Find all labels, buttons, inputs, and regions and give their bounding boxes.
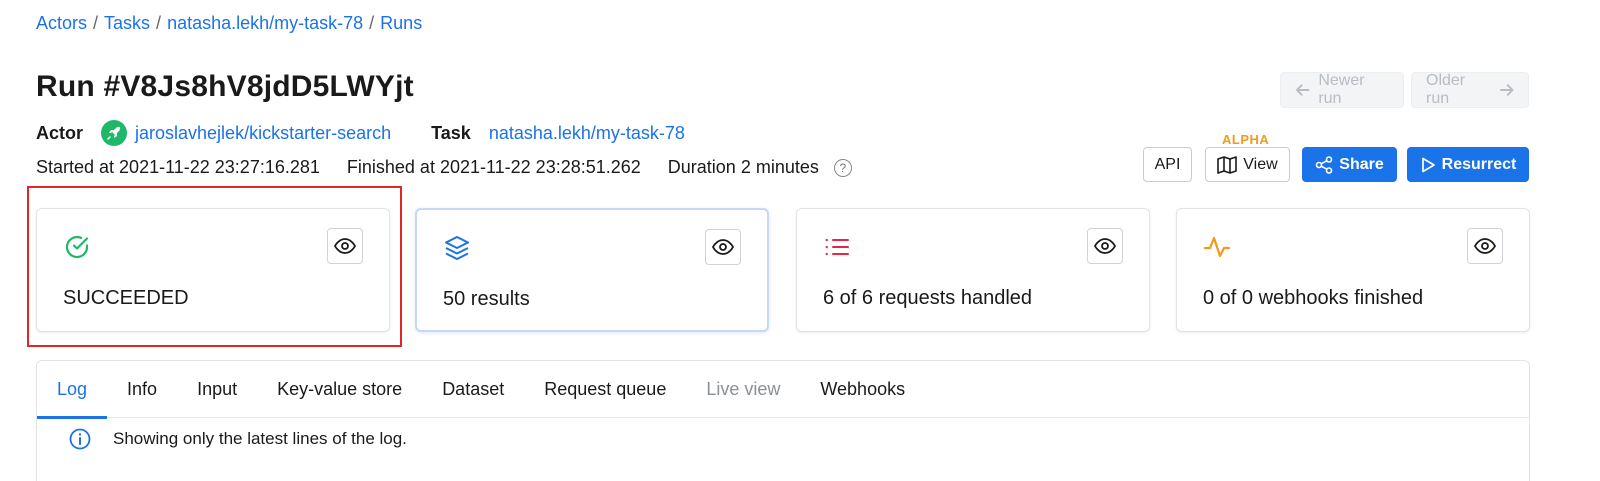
timings-row: Started at 2021-11-22 23:27:16.281 Finis…	[36, 157, 879, 178]
breadcrumb-tasks[interactable]: Tasks	[104, 13, 150, 33]
page-title: Run #V8Js8hV8jdD5LWYjt	[36, 70, 414, 103]
tab-live-view[interactable]: Live view	[686, 361, 800, 418]
rocket-icon	[101, 120, 128, 146]
share-button[interactable]: Share	[1302, 147, 1397, 182]
eye-icon	[712, 239, 734, 255]
info-icon	[69, 428, 91, 450]
tab-input[interactable]: Input	[177, 361, 257, 418]
view-requests-button[interactable]	[1087, 228, 1123, 264]
older-run-button[interactable]: Older run	[1411, 72, 1529, 108]
breadcrumb-runs[interactable]: Runs	[380, 13, 422, 33]
actor-label: Actor	[36, 122, 84, 143]
share-label: Share	[1339, 155, 1384, 173]
list-icon	[825, 239, 849, 255]
breadcrumb-separator: /	[93, 13, 99, 33]
view-results-button[interactable]	[705, 229, 741, 265]
task-link[interactable]: natasha.lekh/my-task-78	[489, 123, 685, 144]
webhooks-card[interactable]: 0 of 0 webhooks finished	[1176, 208, 1530, 332]
arrow-right-icon	[1499, 84, 1514, 96]
eye-icon	[1474, 238, 1496, 254]
log-notice: Showing only the latest lines of the log…	[37, 418, 1529, 460]
eye-icon	[1094, 238, 1116, 254]
layers-icon	[445, 236, 469, 260]
status-text: SUCCEEDED	[63, 287, 189, 309]
activity-icon	[1203, 236, 1231, 258]
requests-card[interactable]: 6 of 6 requests handled	[796, 208, 1150, 332]
log-notice-text: Showing only the latest lines of the log…	[113, 429, 407, 448]
eye-icon	[334, 238, 356, 254]
breadcrumb-actors[interactable]: Actors	[36, 13, 87, 33]
task-label: Task	[431, 122, 471, 143]
results-card[interactable]: 50 results	[415, 208, 769, 332]
requests-text: 6 of 6 requests handled	[823, 287, 1033, 309]
tab-key-value-store[interactable]: Key-value store	[257, 361, 422, 418]
api-button[interactable]: API	[1143, 147, 1192, 182]
tab-log[interactable]: Log	[37, 361, 108, 419]
breadcrumb-task[interactable]: natasha.lekh/my-task-78	[167, 13, 363, 33]
play-icon	[1421, 157, 1435, 172]
breadcrumb-separator: /	[156, 13, 162, 33]
breadcrumb: Actors / Tasks / natasha.lekh/my-task-78/Run…	[36, 13, 422, 34]
view-button[interactable]: View	[1205, 147, 1290, 182]
actor-link[interactable]: jaroslavhejlek/kickstarter-search	[135, 123, 391, 144]
arrow-left-icon	[1295, 84, 1310, 96]
view-webhooks-button[interactable]	[1467, 228, 1503, 264]
webhooks-text: 0 of 0 webhooks finished	[1203, 287, 1424, 309]
check-circle-icon	[65, 235, 89, 259]
tab-bar: Log Info Input Key-value store Dataset R…	[37, 361, 1529, 419]
older-run-label: Older run	[1426, 72, 1466, 107]
tab-request-queue[interactable]: Request queue	[524, 361, 686, 418]
tab-dataset[interactable]: Dataset	[422, 361, 524, 418]
resurrect-label: Resurrect	[1441, 155, 1517, 173]
tab-info[interactable]: Info	[107, 361, 177, 418]
duration: Duration 2 minutes	[667, 157, 819, 177]
actor-task-row: Actor jaroslavhejlek/kickstarter-search …	[36, 120, 685, 146]
tab-webhooks[interactable]: Webhooks	[800, 361, 925, 418]
resurrect-button[interactable]: Resurrect	[1407, 147, 1529, 182]
breadcrumb-separator: /	[369, 13, 375, 33]
finished-at: Finished at 2021-11-22 23:28:51.262	[346, 157, 641, 177]
status-card[interactable]: SUCCEEDED	[36, 208, 390, 332]
newer-run-button[interactable]: Newer run	[1280, 72, 1404, 108]
map-icon	[1217, 155, 1238, 174]
view-label: View	[1243, 155, 1278, 173]
results-text: 50 results	[443, 288, 530, 310]
view-status-button[interactable]	[327, 228, 363, 264]
run-detail-panel: Log Info Input Key-value store Dataset R…	[36, 360, 1530, 481]
alpha-badge: ALPHA	[1222, 132, 1270, 147]
newer-run-label: Newer run	[1318, 72, 1365, 107]
started-at: Started at 2021-11-22 23:27:16.281	[36, 157, 320, 177]
share-icon	[1315, 155, 1333, 174]
help-icon[interactable]: ?	[833, 158, 852, 177]
